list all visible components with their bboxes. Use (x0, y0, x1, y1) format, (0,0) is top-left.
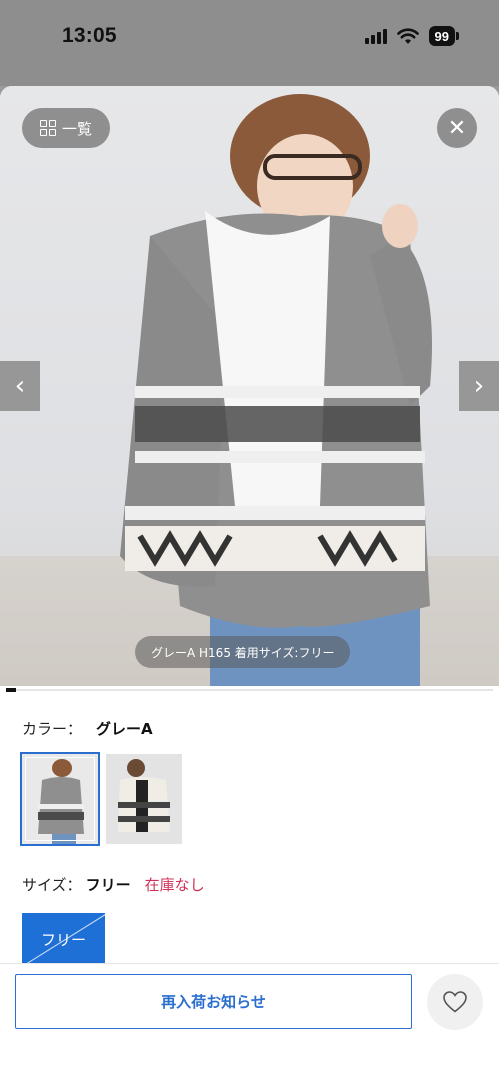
next-image-button[interactable]: › (459, 361, 499, 411)
color-label: カラー： (22, 720, 83, 738)
gallery-progress-fill (6, 688, 16, 692)
product-image[interactable]: 一覧 ✕ ‹ › グレーA H165 着用サイズ:フリー (0, 86, 499, 686)
close-icon: ✕ (447, 115, 467, 141)
product-detail-sheet: 一覧 ✕ ‹ › グレーA H165 着用サイズ:フリー カラー： グレーA サ… (0, 86, 499, 1080)
restock-notify-button[interactable]: 再入荷お知らせ (15, 974, 412, 1029)
size-option-free[interactable]: フリー (22, 913, 105, 965)
size-label: サイズ： (22, 876, 82, 894)
close-button[interactable]: ✕ (437, 108, 477, 148)
color-value: グレーA (96, 720, 153, 738)
wifi-icon (396, 27, 419, 44)
heart-icon (443, 991, 467, 1013)
out-of-stock-slash (22, 913, 105, 965)
color-swatch-other[interactable] (106, 754, 182, 844)
status-bar: 13:05 99 (0, 0, 499, 86)
gallery-progress (6, 688, 493, 692)
chevron-left-icon: ‹ (14, 371, 26, 401)
image-caption: グレーA H165 着用サイズ:フリー (135, 636, 351, 668)
size-value: フリー (85, 876, 131, 894)
color-row: カラー： グレーA (22, 718, 153, 739)
favorite-button[interactable] (427, 974, 483, 1030)
status-icons: 99 (364, 26, 460, 46)
chevron-right-icon: › (473, 371, 485, 401)
bottom-action-bar: 再入荷お知らせ (0, 963, 499, 1080)
grid-icon (40, 120, 56, 136)
color-swatch-grey-a[interactable] (20, 752, 100, 846)
status-time: 13:05 (62, 24, 117, 47)
size-row: サイズ： フリー 在庫なし (22, 874, 205, 895)
product-illustration (120, 94, 432, 686)
gallery-list-button[interactable]: 一覧 (22, 108, 111, 148)
previous-image-button[interactable]: ‹ (0, 361, 40, 411)
color-swatches (20, 752, 182, 846)
stock-status: 在庫なし (144, 876, 205, 894)
list-button-label: 一覧 (62, 119, 93, 138)
cellular-signal-icon (364, 28, 387, 44)
battery-icon: 99 (428, 26, 460, 46)
